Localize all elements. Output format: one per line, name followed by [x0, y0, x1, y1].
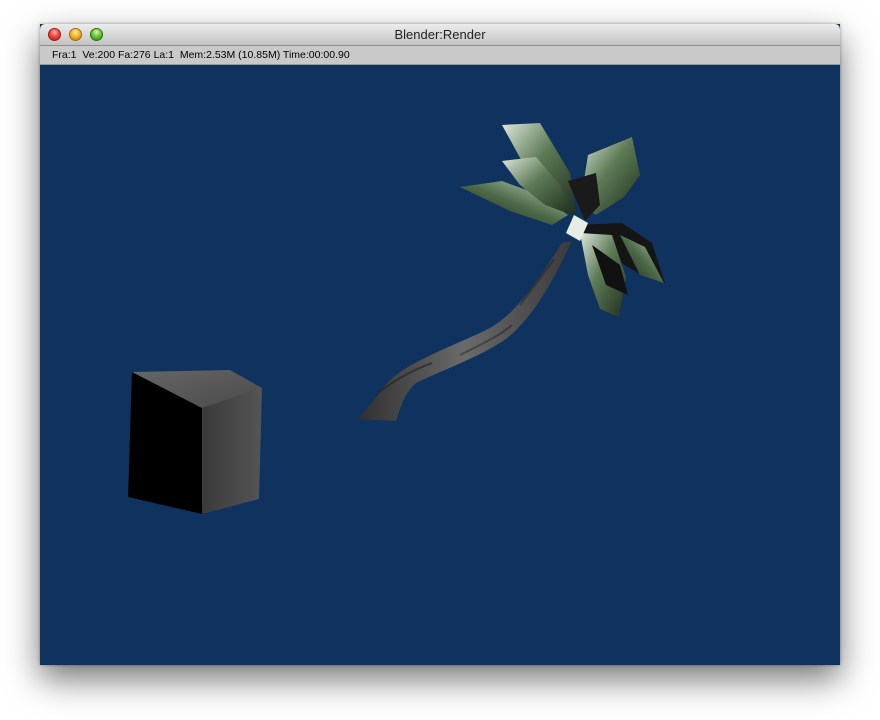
render-stats-bar: Fra:1 Ve:200 Fa:276 La:1 Mem:2.53M (10.8… [40, 46, 840, 65]
window-title: Blender:Render [394, 27, 486, 42]
palm-tree-object [356, 123, 665, 421]
render-viewport [40, 65, 840, 665]
rendered-scene [128, 123, 665, 514]
render-stats-text: Fra:1 Ve:200 Fa:276 La:1 Mem:2.53M (10.8… [52, 49, 350, 61]
cube-object [128, 370, 262, 514]
render-window: Blender:Render Fra:1 Ve:200 Fa:276 La:1 … [40, 24, 840, 665]
title-bar[interactable]: Blender:Render [40, 24, 840, 46]
